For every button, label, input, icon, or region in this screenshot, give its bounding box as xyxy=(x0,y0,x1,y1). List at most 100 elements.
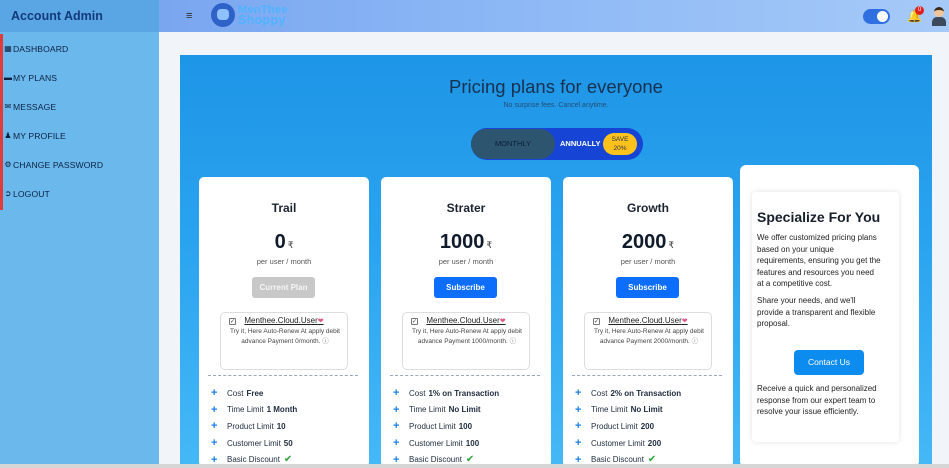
feature-label: Time Limit xyxy=(409,405,446,415)
contact-us-button[interactable]: Contact Us xyxy=(794,350,864,375)
app-root: Account Admin ▦ DASHBOARD ▬ MY PLANS ✉ M… xyxy=(0,0,949,468)
info-icon: ⓘ xyxy=(691,338,699,345)
feature-value: 100 xyxy=(458,421,473,431)
feature-label: Basic Discount xyxy=(591,455,644,465)
feature-value: Free xyxy=(246,388,264,398)
feature-value: 50 xyxy=(283,438,293,448)
feature-item: + Cost 1% on Transaction xyxy=(393,385,543,402)
notification-badge: 0 xyxy=(915,6,924,15)
feature-label: Cost xyxy=(591,388,608,398)
plan-name: Growth xyxy=(627,201,669,215)
avatar[interactable] xyxy=(931,5,947,27)
user-description-text: Try it, Here Auto-Renew At apply debit a… xyxy=(412,328,522,345)
divider xyxy=(208,375,358,376)
pricing-panel: Pricing plans for everyone No surprise f… xyxy=(180,55,932,467)
avatar-body xyxy=(932,17,946,26)
subscribe-button[interactable]: Subscribe xyxy=(434,277,497,298)
annual-option[interactable]: ANNUALLY xyxy=(560,128,601,160)
feature-value: 200 xyxy=(647,438,662,448)
sidebar-item-dashboard[interactable]: ▦ DASHBOARD xyxy=(3,34,159,63)
sidebar-title: Account Admin xyxy=(11,9,103,23)
plan-price: 0 ₹ xyxy=(199,231,369,254)
logo-mark-icon xyxy=(211,3,235,27)
feature-label: Customer Limit xyxy=(591,438,645,448)
gear-icon: ⚙ xyxy=(4,160,12,169)
subscribe-button[interactable]: Subscribe xyxy=(616,277,679,298)
logo-line2: Shoppy xyxy=(238,13,286,27)
logo-text: MenThee Shoppy xyxy=(238,5,288,27)
feature-list: + Cost Free + Time Limit 1 Month + Product Li… xyxy=(211,385,361,468)
info-icon: ⓘ xyxy=(509,338,517,345)
user-option-box: ✓ Menthee.Cloud.User❤ Try it, Here Auto-… xyxy=(402,312,530,370)
current-plan-button[interactable]: Current Plan xyxy=(252,277,315,298)
user-label-text: Menthee.Cloud.User xyxy=(426,316,500,325)
plan-card-strater: Strater 1000 ₹ per user / month Subscribe… xyxy=(381,177,551,467)
price-amount: 2000 xyxy=(621,231,667,253)
price-amount: 1000 xyxy=(439,231,485,253)
price-period: per user / month xyxy=(438,257,494,266)
feature-list: + Cost 2% on Transaction + Time Limit No Lim… xyxy=(575,385,725,468)
sidebar-item-my-profile[interactable]: ♟ MY PROFILE xyxy=(3,121,159,150)
user-label-text: Menthee.Cloud.User xyxy=(608,316,682,325)
feature-value: No Limit xyxy=(448,405,481,415)
price-period: per user / month xyxy=(256,257,312,266)
plus-icon: + xyxy=(211,420,218,433)
sidebar-item-label: CHANGE PASSWORD xyxy=(13,159,104,170)
avatar-head xyxy=(934,7,944,17)
feature-label: Basic Discount xyxy=(227,455,280,465)
feature-item: + Customer Limit 100 xyxy=(393,435,543,452)
user-option-box: ✓ Menthee.Cloud.User❤ Try it, Here Auto-… xyxy=(220,312,348,370)
user-label: Menthee.Cloud.User❤ xyxy=(221,316,347,325)
feature-item: + Product Limit 100 xyxy=(393,418,543,435)
plus-icon: + xyxy=(211,403,218,416)
page-subtitle: No surprise fees. Cancel anytime. xyxy=(503,102,609,109)
sidebar-item-message[interactable]: ✉ MESSAGE xyxy=(3,92,159,121)
sidebar-item-logout[interactable]: ➲ LOGOUT xyxy=(3,179,159,208)
feature-item: + Customer Limit 50 xyxy=(211,435,361,452)
plus-icon: + xyxy=(393,387,400,400)
feature-value: 1 Month xyxy=(266,405,298,415)
plus-icon: + xyxy=(211,437,218,450)
plus-icon: + xyxy=(575,403,582,416)
user-option-box: ✓ Menthee.Cloud.User❤ Try it, Here Auto-… xyxy=(584,312,712,370)
monthly-option[interactable]: MONTHLY xyxy=(471,129,555,159)
plan-price: 1000 ₹ xyxy=(381,231,551,254)
user-label-text: Menthee.Cloud.User xyxy=(244,316,318,325)
notification-button[interactable]: 🔔 0 xyxy=(907,6,924,23)
sidebar-item-label: MESSAGE xyxy=(13,101,57,112)
menu-toggle-icon[interactable]: ≡ xyxy=(186,10,192,22)
plus-icon: + xyxy=(575,420,582,433)
plus-icon: + xyxy=(393,437,400,450)
theme-toggle[interactable] xyxy=(863,9,890,24)
sidebar-item-change-password[interactable]: ⚙ CHANGE PASSWORD xyxy=(3,150,159,179)
plan-card-growth: Growth 2000 ₹ per user / month Subscribe … xyxy=(563,177,733,467)
bottom-scrollbar[interactable] xyxy=(0,464,949,468)
plan-card-trail: Trail 0 ₹ per user / month Current Plan ✓… xyxy=(199,177,369,467)
sidebar-nav: ▦ DASHBOARD ▬ MY PLANS ✉ MESSAGE ♟ MY PR… xyxy=(0,34,159,210)
sidebar: Account Admin ▦ DASHBOARD ▬ MY PLANS ✉ M… xyxy=(0,0,159,464)
heart-icon: ❤ xyxy=(499,318,506,325)
billing-toggle: MONTHLY ANNUALLY SAVE 20% xyxy=(471,128,643,160)
specialize-card: Specialize For You We offer customized p… xyxy=(740,165,919,467)
sidebar-item-my-plans[interactable]: ▬ MY PLANS xyxy=(3,63,159,92)
feature-value: 200 xyxy=(640,421,655,431)
sidebar-item-label: LOGOUT xyxy=(13,188,50,199)
brand-logo[interactable]: MenThee Shoppy xyxy=(211,3,288,27)
feature-item: + Customer Limit 200 xyxy=(575,435,725,452)
feature-value: 100 xyxy=(465,438,480,448)
save-badge-line1: SAVE xyxy=(611,136,629,143)
user-label: Menthee.Cloud.User❤ xyxy=(403,316,529,325)
user-label: Menthee.Cloud.User❤ xyxy=(585,316,711,325)
user-icon: ♟ xyxy=(4,131,12,140)
feature-item: + Product Limit 10 xyxy=(211,418,361,435)
plus-icon: + xyxy=(575,387,582,400)
heart-icon: ❤ xyxy=(317,318,324,325)
feature-label: Time Limit xyxy=(227,405,264,415)
plan-price: 2000 ₹ xyxy=(563,231,733,254)
topbar: ≡ MenThee Shoppy 🔔 0 xyxy=(159,0,949,32)
feature-label: Time Limit xyxy=(591,405,628,415)
plus-icon: + xyxy=(211,387,218,400)
feature-label: Product Limit xyxy=(227,421,274,431)
feature-value: 2% on Transaction xyxy=(610,388,682,398)
sidebar-item-label: MY PLANS xyxy=(13,72,58,83)
